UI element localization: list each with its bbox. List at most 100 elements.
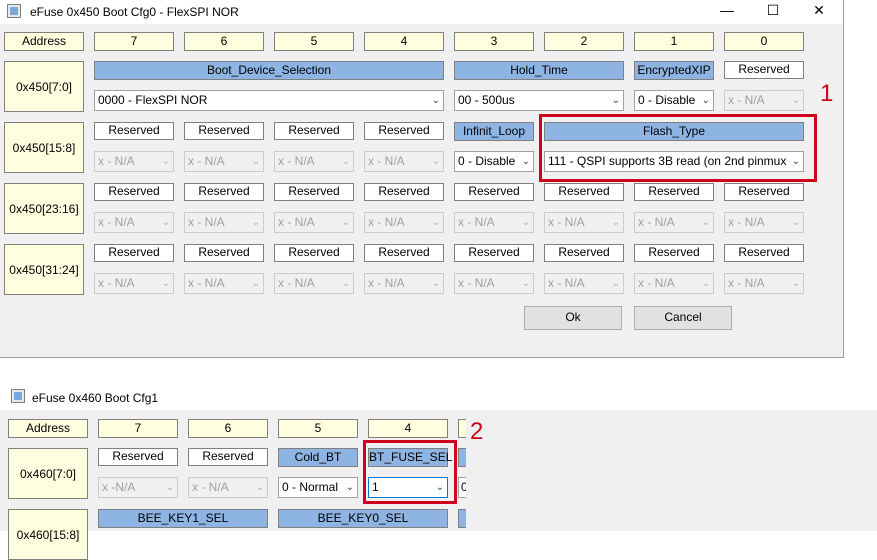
reserved-value: x - N/A [278, 154, 315, 168]
chevron-down-icon: ⌄ [611, 278, 620, 289]
bit-header-1: 1 [634, 32, 714, 51]
reserved-value: x - N/A [188, 154, 225, 168]
reserved-r2-b0-dropdown: x - N/A ⌄ [724, 212, 804, 233]
chevron-down-icon: ⌄ [161, 278, 170, 289]
ok-button[interactable]: Ok [524, 306, 622, 330]
reserved-bit0-value: x - N/A [728, 93, 765, 107]
address-0x460-7-0: 0x460[7:0] [8, 448, 88, 499]
annotation-label-2: 2 [470, 418, 484, 445]
field-reserved-b7: Reserved [98, 448, 178, 466]
field-infinit-loop: Infinit_Loop [454, 122, 534, 141]
reserved-value: x - N/A [458, 276, 495, 290]
reserved-r1-b6-dropdown: x - N/A ⌄ [184, 151, 264, 172]
reserved-value: x - N/A [278, 215, 315, 229]
chevron-down-icon: ⌄ [701, 278, 710, 289]
bit-header-6: 6 [188, 419, 268, 438]
hold-time-value: 00 - 500us [458, 93, 515, 107]
chevron-down-icon: ⌄ [165, 482, 174, 493]
reserved-r1-b7-dropdown: x - N/A ⌄ [94, 151, 174, 172]
chevron-down-icon: ⌄ [521, 217, 530, 228]
address-header: Address [4, 32, 84, 51]
cold-bt-dropdown[interactable]: 0 - Normal ⌄ [278, 477, 358, 498]
field-encrypted-xip: EncryptedXIP [634, 61, 714, 80]
reserved-r2-b5-dropdown: x - N/A ⌄ [274, 212, 354, 233]
cold-bt-value: 0 - Normal [282, 480, 339, 494]
reserved-r2-b3-dropdown: x - N/A ⌄ [454, 212, 534, 233]
reserved-r2-b4-dropdown: x - N/A ⌄ [364, 212, 444, 233]
reserved-value: x - N/A [368, 276, 405, 290]
reserved-r2-b1-dropdown: x - N/A ⌄ [634, 212, 714, 233]
bit-header-2: 2 [544, 32, 624, 51]
maximize-icon[interactable]: ☐ [758, 0, 788, 22]
chevron-down-icon: ⌄ [521, 278, 530, 289]
chevron-down-icon: ⌄ [791, 217, 800, 228]
address-0x450-23-16: 0x450[23:16] [4, 183, 84, 234]
reserved-bit0-dropdown: x - N/A ⌄ [724, 90, 804, 111]
reserved-value: x - N/A [638, 215, 675, 229]
chevron-down-icon: ⌄ [161, 217, 170, 228]
chevron-down-icon: ⌄ [345, 482, 354, 493]
chevron-down-icon: ⌄ [431, 217, 440, 228]
chevron-down-icon: ⌄ [701, 95, 710, 106]
reserved-value: x - N/A [458, 215, 495, 229]
boot-device-selection-dropdown[interactable]: 0000 - FlexSPI NOR ⌄ [94, 90, 444, 111]
reserved-value: x - N/A [548, 276, 585, 290]
address-header: Address [8, 419, 88, 438]
reserved-value: x - N/A [728, 276, 765, 290]
chevron-down-icon: ⌄ [341, 217, 350, 228]
reserved-value: x -N/A [102, 480, 136, 494]
highlight-box-bt-fuse-sel [363, 440, 457, 504]
chevron-down-icon: ⌄ [251, 278, 260, 289]
field-reserved-r2-b5: Reserved [274, 183, 354, 201]
window-title: eFuse 0x450 Boot Cfg0 - FlexSPI NOR [30, 5, 239, 19]
chevron-down-icon: ⌄ [255, 482, 264, 493]
field-partial-row1 [458, 509, 466, 528]
infinit-loop-dropdown[interactable]: 0 - Disable ⌄ [454, 151, 534, 172]
infinit-loop-value: 0 - Disable [458, 154, 516, 168]
field-reserved-r2-b6: Reserved [184, 183, 264, 201]
title-bar: eFuse 0x460 Boot Cfg1 [0, 380, 877, 410]
chevron-down-icon: ⌄ [791, 95, 800, 106]
partial-value: 0 [461, 480, 466, 494]
window-title: eFuse 0x460 Boot Cfg1 [32, 391, 159, 405]
close-icon[interactable]: ✕ [804, 0, 834, 22]
bit-header-7: 7 [94, 32, 174, 51]
reserved-value: x - N/A [368, 215, 405, 229]
field-reserved-r3-b1: Reserved [634, 244, 714, 262]
chevron-down-icon: ⌄ [431, 278, 440, 289]
reserved-value: x - N/A [192, 480, 229, 494]
chevron-down-icon: ⌄ [791, 278, 800, 289]
reserved-r3-b4-dropdown: x - N/A ⌄ [364, 273, 444, 294]
address-0x450-31-24: 0x450[31:24] [4, 244, 84, 295]
chevron-down-icon: ⌄ [611, 95, 620, 106]
annotation-label-1: 1 [820, 80, 834, 107]
chevron-down-icon: ⌄ [611, 217, 620, 228]
field-cold-bt: Cold_BT [278, 448, 358, 467]
partial-dropdown[interactable]: 0 [458, 477, 466, 498]
field-reserved-r1-b7: Reserved [94, 122, 174, 140]
encrypted-xip-dropdown[interactable]: 0 - Disable ⌄ [634, 90, 714, 111]
cancel-button[interactable]: Cancel [634, 306, 732, 330]
bit-header-7: 7 [98, 419, 178, 438]
field-reserved-r3-b5: Reserved [274, 244, 354, 262]
chevron-down-icon: ⌄ [521, 156, 530, 167]
chevron-down-icon: ⌄ [431, 156, 440, 167]
reserved-b7-dropdown: x -N/A ⌄ [98, 477, 178, 498]
bit-header-3: 3 [454, 32, 534, 51]
field-reserved-r2-b0: Reserved [724, 183, 804, 201]
reserved-r3-b6-dropdown: x - N/A ⌄ [184, 273, 264, 294]
chevron-down-icon: ⌄ [431, 95, 440, 106]
hold-time-dropdown[interactable]: 00 - 500us ⌄ [454, 90, 624, 111]
reserved-value: x - N/A [188, 276, 225, 290]
reserved-r3-b5-dropdown: x - N/A ⌄ [274, 273, 354, 294]
field-reserved-r3-b7: Reserved [94, 244, 174, 262]
field-reserved-bit0: Reserved [724, 61, 804, 79]
reserved-value: x - N/A [368, 154, 405, 168]
field-reserved-r1-b5: Reserved [274, 122, 354, 140]
minimize-icon[interactable]: — [712, 0, 742, 22]
field-reserved-b6: Reserved [188, 448, 268, 466]
reserved-b6-dropdown: x - N/A ⌄ [188, 477, 268, 498]
chevron-down-icon: ⌄ [341, 156, 350, 167]
field-reserved-r3-b3: Reserved [454, 244, 534, 262]
reserved-value: x - N/A [188, 215, 225, 229]
